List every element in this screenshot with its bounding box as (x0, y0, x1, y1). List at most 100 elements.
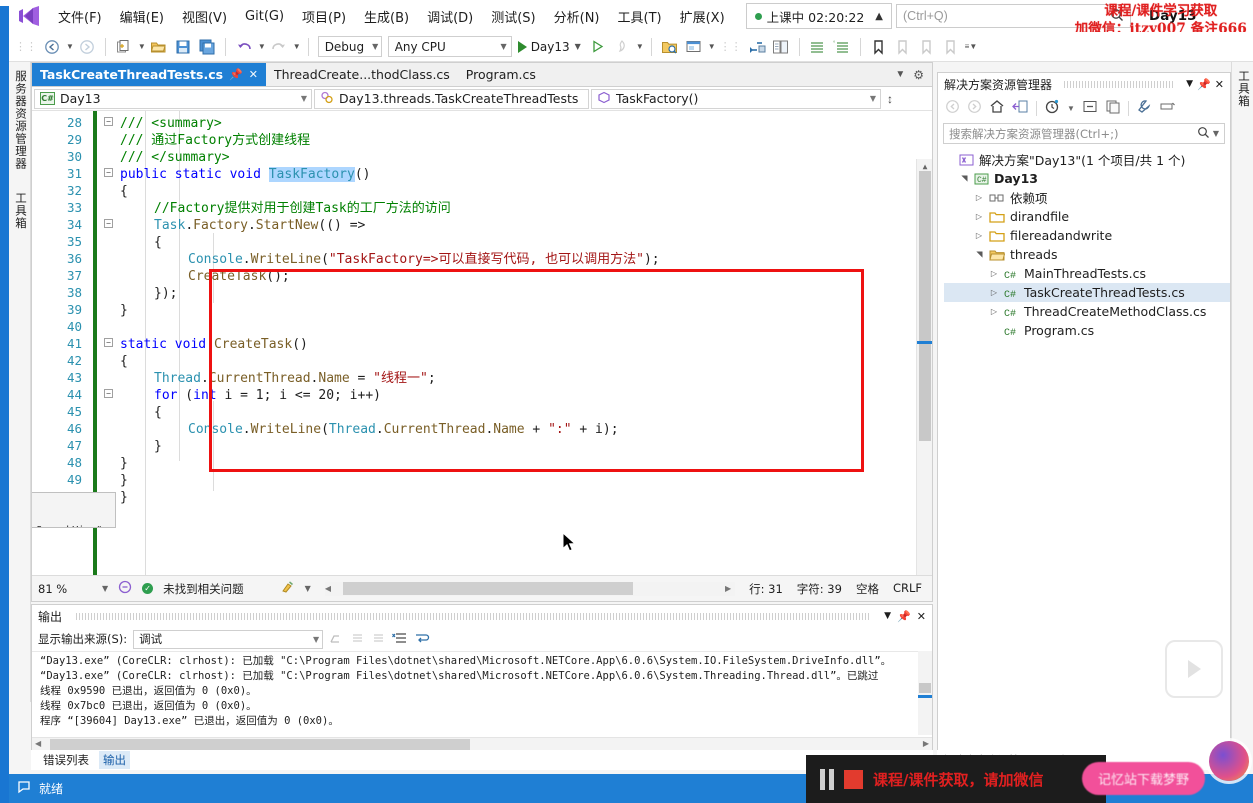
home-icon[interactable] (989, 99, 1005, 117)
menu-file[interactable]: 文件(F) (49, 3, 111, 30)
tree-item[interactable]: ▷ C# MainThreadTests.cs (944, 264, 1230, 283)
filter-dropdown-icon[interactable]: ▼ (1067, 104, 1075, 113)
vtab-toolbox-left[interactable]: 工具箱 (9, 184, 33, 238)
tree-item-selected[interactable]: ▷ C# TaskCreateThreadTests.cs (944, 283, 1230, 302)
undo-dropdown[interactable]: ▼ (258, 42, 266, 51)
scroll-left-arrow[interactable]: ◀ (35, 739, 41, 748)
previous-bookmark-button[interactable] (892, 36, 914, 58)
editor-horizontal-scrollbar[interactable]: ◀ ▶ (324, 581, 736, 596)
code-cleanup-icon[interactable] (280, 580, 295, 597)
navbar-project-combo[interactable]: C# Day13 ▼ (34, 88, 312, 109)
menu-analyze[interactable]: 分析(N) (545, 3, 609, 30)
solution-explorer-search-input[interactable]: 搜索解决方案资源管理器(Ctrl+;) ▼ (943, 123, 1225, 144)
clear-output-icon[interactable] (392, 631, 408, 648)
start-without-debugging-button[interactable] (587, 36, 609, 58)
menu-project[interactable]: 项目(P) (293, 3, 355, 30)
tree-item[interactable]: ◢ C# Day13 (944, 169, 1230, 188)
scroll-left-arrow[interactable]: ◀ (325, 584, 331, 593)
find-in-files-button[interactable] (659, 36, 681, 58)
undo-button[interactable] (233, 36, 255, 58)
output-goto-next-icon[interactable] (371, 631, 386, 648)
menu-git[interactable]: Git(G) (236, 5, 293, 28)
solution-platform-combo[interactable]: Any CPU ▼ (387, 36, 512, 57)
editor-vertical-scrollbar[interactable]: ▲ ▼ (916, 159, 932, 577)
scroll-right-arrow[interactable]: ▶ (725, 584, 731, 593)
drag-handle[interactable] (76, 612, 871, 620)
editor-tab-program[interactable]: Program.cs (457, 63, 544, 86)
menu-debug[interactable]: 调试(D) (418, 3, 482, 30)
solution-explorer-tree[interactable]: 解决方案"Day13"(1 个项目/共 1 个) ◢ C# Day13 ▷ 依赖项 ▷ dir… (938, 146, 1230, 340)
window-layout-dropdown[interactable]: ▼ (708, 42, 716, 51)
fold-toggle[interactable]: − (104, 168, 113, 177)
solution-configuration-combo[interactable]: Debug ▼ (317, 36, 382, 57)
menu-build[interactable]: 生成(B) (355, 3, 418, 30)
toolbar-overflow-button[interactable]: ≡▼ (965, 42, 978, 51)
tab-list-dropdown-icon[interactable]: ▼ (895, 69, 905, 80)
tree-item[interactable]: ▷ dirandfile (944, 207, 1230, 226)
fold-toggle[interactable]: − (104, 219, 113, 228)
zoom-dropdown-icon[interactable]: ▼ (102, 584, 108, 593)
clear-bookmarks-button[interactable] (940, 36, 962, 58)
menu-test[interactable]: 测试(S) (482, 3, 544, 30)
pin-icon[interactable]: 📌 (897, 610, 911, 623)
output-source-combo[interactable]: 调试 ▼ (133, 629, 324, 649)
code-editor-surface[interactable]: 28 29 30 31 32 33 34 35 36 37 38 39 40 41 42 43 44 45 46 47… (32, 111, 932, 577)
stop-recording-icon[interactable] (844, 769, 863, 789)
output-goto-prev-icon[interactable] (350, 631, 365, 648)
output-vertical-scrollbar[interactable] (918, 651, 932, 735)
pin-icon[interactable]: 📌 (229, 68, 243, 81)
close-icon[interactable]: ✕ (917, 610, 926, 623)
pending-changes-filter-icon[interactable] (1044, 99, 1060, 117)
split-view-button[interactable]: ↕ (881, 92, 899, 106)
panel-menu-icon[interactable]: ▼ (884, 611, 891, 621)
close-icon[interactable]: ✕ (249, 68, 258, 81)
scroll-right-arrow[interactable]: ▶ (923, 739, 929, 748)
chevron-collapsed-icon[interactable]: ▷ (989, 269, 999, 278)
fold-toggle[interactable]: − (104, 389, 113, 398)
chevron-expanded-icon[interactable]: ◢ (975, 250, 984, 260)
toggle-bookmark-button[interactable] (868, 36, 890, 58)
chevron-up-icon[interactable]: ▲ (875, 11, 883, 22)
save-all-button[interactable] (196, 36, 218, 58)
properties-icon[interactable] (1136, 99, 1152, 117)
scrollbar-thumb[interactable] (919, 683, 931, 693)
output-horizontal-scrollbar[interactable]: ◀ ▶ (32, 737, 932, 751)
scrollbar-thumb[interactable] (919, 171, 931, 441)
download-promo-pill[interactable]: 记忆站下载梦野 (1081, 762, 1205, 795)
chevron-collapsed-icon[interactable]: ▷ (974, 231, 984, 240)
tree-item[interactable]: ▷ 依赖项 (944, 188, 1230, 207)
code-cleanup-dropdown[interactable]: ▼ (305, 584, 311, 593)
chevron-collapsed-icon[interactable]: ▷ (974, 212, 984, 221)
back-icon[interactable] (945, 99, 960, 117)
output-text-area[interactable]: “Day13.exe” (CoreCLR: clrhost): 已加载 "C:\… (32, 651, 932, 735)
output-find-icon[interactable] (329, 631, 344, 648)
navigate-backward-button[interactable] (41, 36, 63, 58)
chevron-collapsed-icon[interactable]: ▷ (989, 307, 999, 316)
menu-extensions[interactable]: 扩展(X) (671, 3, 734, 30)
redo-dropdown[interactable]: ▼ (293, 42, 301, 51)
navigate-backward-dropdown[interactable]: ▼ (66, 42, 74, 51)
editor-tab-taskcreatethreadtests[interactable]: TaskCreateThreadTests.cs 📌 ✕ (32, 63, 266, 86)
new-project-dropdown[interactable]: ▼ (138, 42, 146, 51)
editor-zoom-level[interactable]: 81 % (38, 582, 92, 596)
uncomment-selection-button[interactable]: ° (831, 36, 853, 58)
navbar-member-combo[interactable]: TaskFactory() ▼ (591, 88, 881, 109)
menu-edit[interactable]: 编辑(E) (111, 3, 173, 30)
hot-reload-button[interactable] (611, 36, 633, 58)
hscrollbar-thumb[interactable] (342, 582, 633, 595)
chevron-collapsed-icon[interactable]: ▷ (989, 288, 999, 297)
drag-handle[interactable] (1064, 80, 1175, 88)
chevron-collapsed-icon[interactable]: ▷ (974, 193, 984, 202)
window-layout-button[interactable] (683, 36, 705, 58)
chevron-expanded-icon[interactable]: ◢ (960, 174, 969, 184)
navigate-forward-button[interactable] (76, 36, 98, 58)
vtab-toolbox-right[interactable]: 工具箱 (1232, 62, 1253, 116)
search-options-dropdown[interactable]: ▼ (1213, 129, 1219, 138)
save-button[interactable] (172, 36, 194, 58)
step-into-specific-button[interactable] (746, 36, 768, 58)
pin-icon[interactable]: 📌 (1197, 78, 1211, 91)
tree-item[interactable]: C# Program.cs (944, 321, 1230, 340)
next-bookmark-button[interactable] (916, 36, 938, 58)
navbar-type-combo[interactable]: Day13.threads.TaskCreateThreadTests ▼ (314, 88, 598, 109)
floating-assistant-ball[interactable] (1209, 741, 1249, 781)
